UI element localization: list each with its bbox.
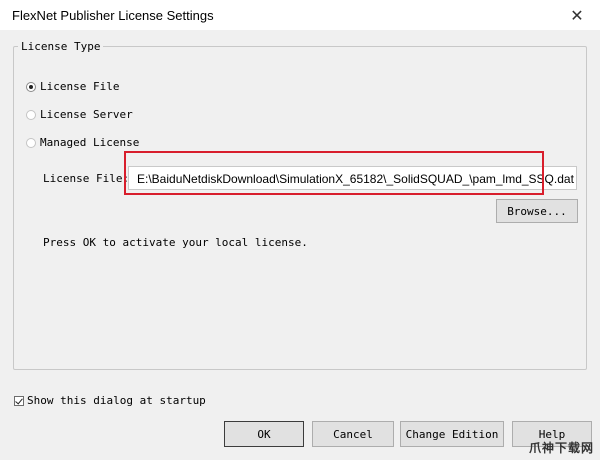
radio-license-file-indicator[interactable]	[26, 81, 36, 92]
license-file-input[interactable]: E:\BaiduNetdiskDownload\SimulationX_6518…	[128, 166, 577, 190]
radio-license-server-indicator[interactable]	[26, 109, 36, 120]
radio-license-server[interactable]: License Server	[26, 108, 133, 121]
radio-license-server-label: License Server	[40, 108, 133, 121]
cancel-button[interactable]: Cancel	[312, 421, 394, 447]
browse-button[interactable]: Browse...	[496, 199, 578, 223]
window-title: FlexNet Publisher License Settings	[12, 8, 214, 23]
title-bar: FlexNet Publisher License Settings ✕	[0, 0, 600, 30]
close-icon[interactable]: ✕	[554, 0, 600, 30]
radio-managed-license-label: Managed License	[40, 136, 140, 149]
watermark-text: 爪神下载网	[528, 441, 594, 455]
radio-managed-license[interactable]: Managed License	[26, 136, 139, 149]
license-file-label: License File:	[43, 172, 130, 185]
ok-button[interactable]: OK	[224, 421, 304, 447]
radio-license-file-label: License File	[40, 80, 120, 93]
radio-license-file[interactable]: License File	[26, 80, 119, 93]
activation-hint: Press OK to activate your local license.	[43, 236, 308, 249]
startup-checkbox-row[interactable]: Show this dialog at startup	[14, 394, 206, 407]
change-edition-button[interactable]: Change Edition	[400, 421, 504, 447]
dialog-client-area: License Type License File License Server…	[0, 30, 600, 460]
license-type-legend: License Type	[18, 40, 104, 53]
show-at-startup-label: Show this dialog at startup	[27, 394, 206, 407]
show-at-startup-checkbox[interactable]	[14, 395, 24, 406]
radio-managed-license-indicator[interactable]	[26, 137, 36, 148]
